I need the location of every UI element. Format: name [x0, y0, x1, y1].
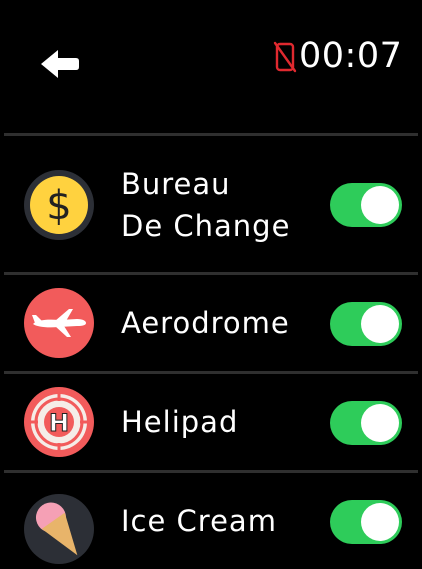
toggle-switch[interactable]: [330, 183, 402, 227]
back-arrow-icon: [41, 50, 79, 78]
list-item: Ice Cream: [0, 473, 422, 569]
phone-disconnected-icon: [272, 40, 298, 74]
status-bar: 00:07: [0, 0, 422, 120]
svg-text:H: H: [49, 409, 69, 437]
list-item: $ Bureau De Change: [0, 136, 422, 272]
list-item-label: Helipad: [121, 405, 239, 439]
toggle-switch[interactable]: [330, 500, 402, 544]
toggle-switch[interactable]: [330, 401, 402, 445]
toggle-knob: [361, 186, 399, 224]
toggle-knob: [361, 404, 399, 442]
list-item-label: Ice Cream: [121, 504, 277, 538]
dollar-coin-icon: $: [23, 169, 95, 241]
helipad-icon: H: [23, 386, 95, 458]
ice-cream-icon: [23, 493, 95, 565]
list-item-label: Aerodrome: [121, 306, 290, 340]
airplane-icon: [23, 287, 95, 359]
list-item: Aerodrome: [0, 275, 422, 371]
toggle-knob: [361, 305, 399, 343]
list-item-label: Bureau De Change: [121, 167, 291, 243]
list-item: H Helipad: [0, 374, 422, 470]
back-button[interactable]: [38, 46, 82, 82]
toggle-switch[interactable]: [330, 302, 402, 346]
toggle-knob: [361, 503, 399, 541]
clock-time: 00:07: [299, 36, 403, 76]
svg-text:$: $: [46, 183, 71, 229]
